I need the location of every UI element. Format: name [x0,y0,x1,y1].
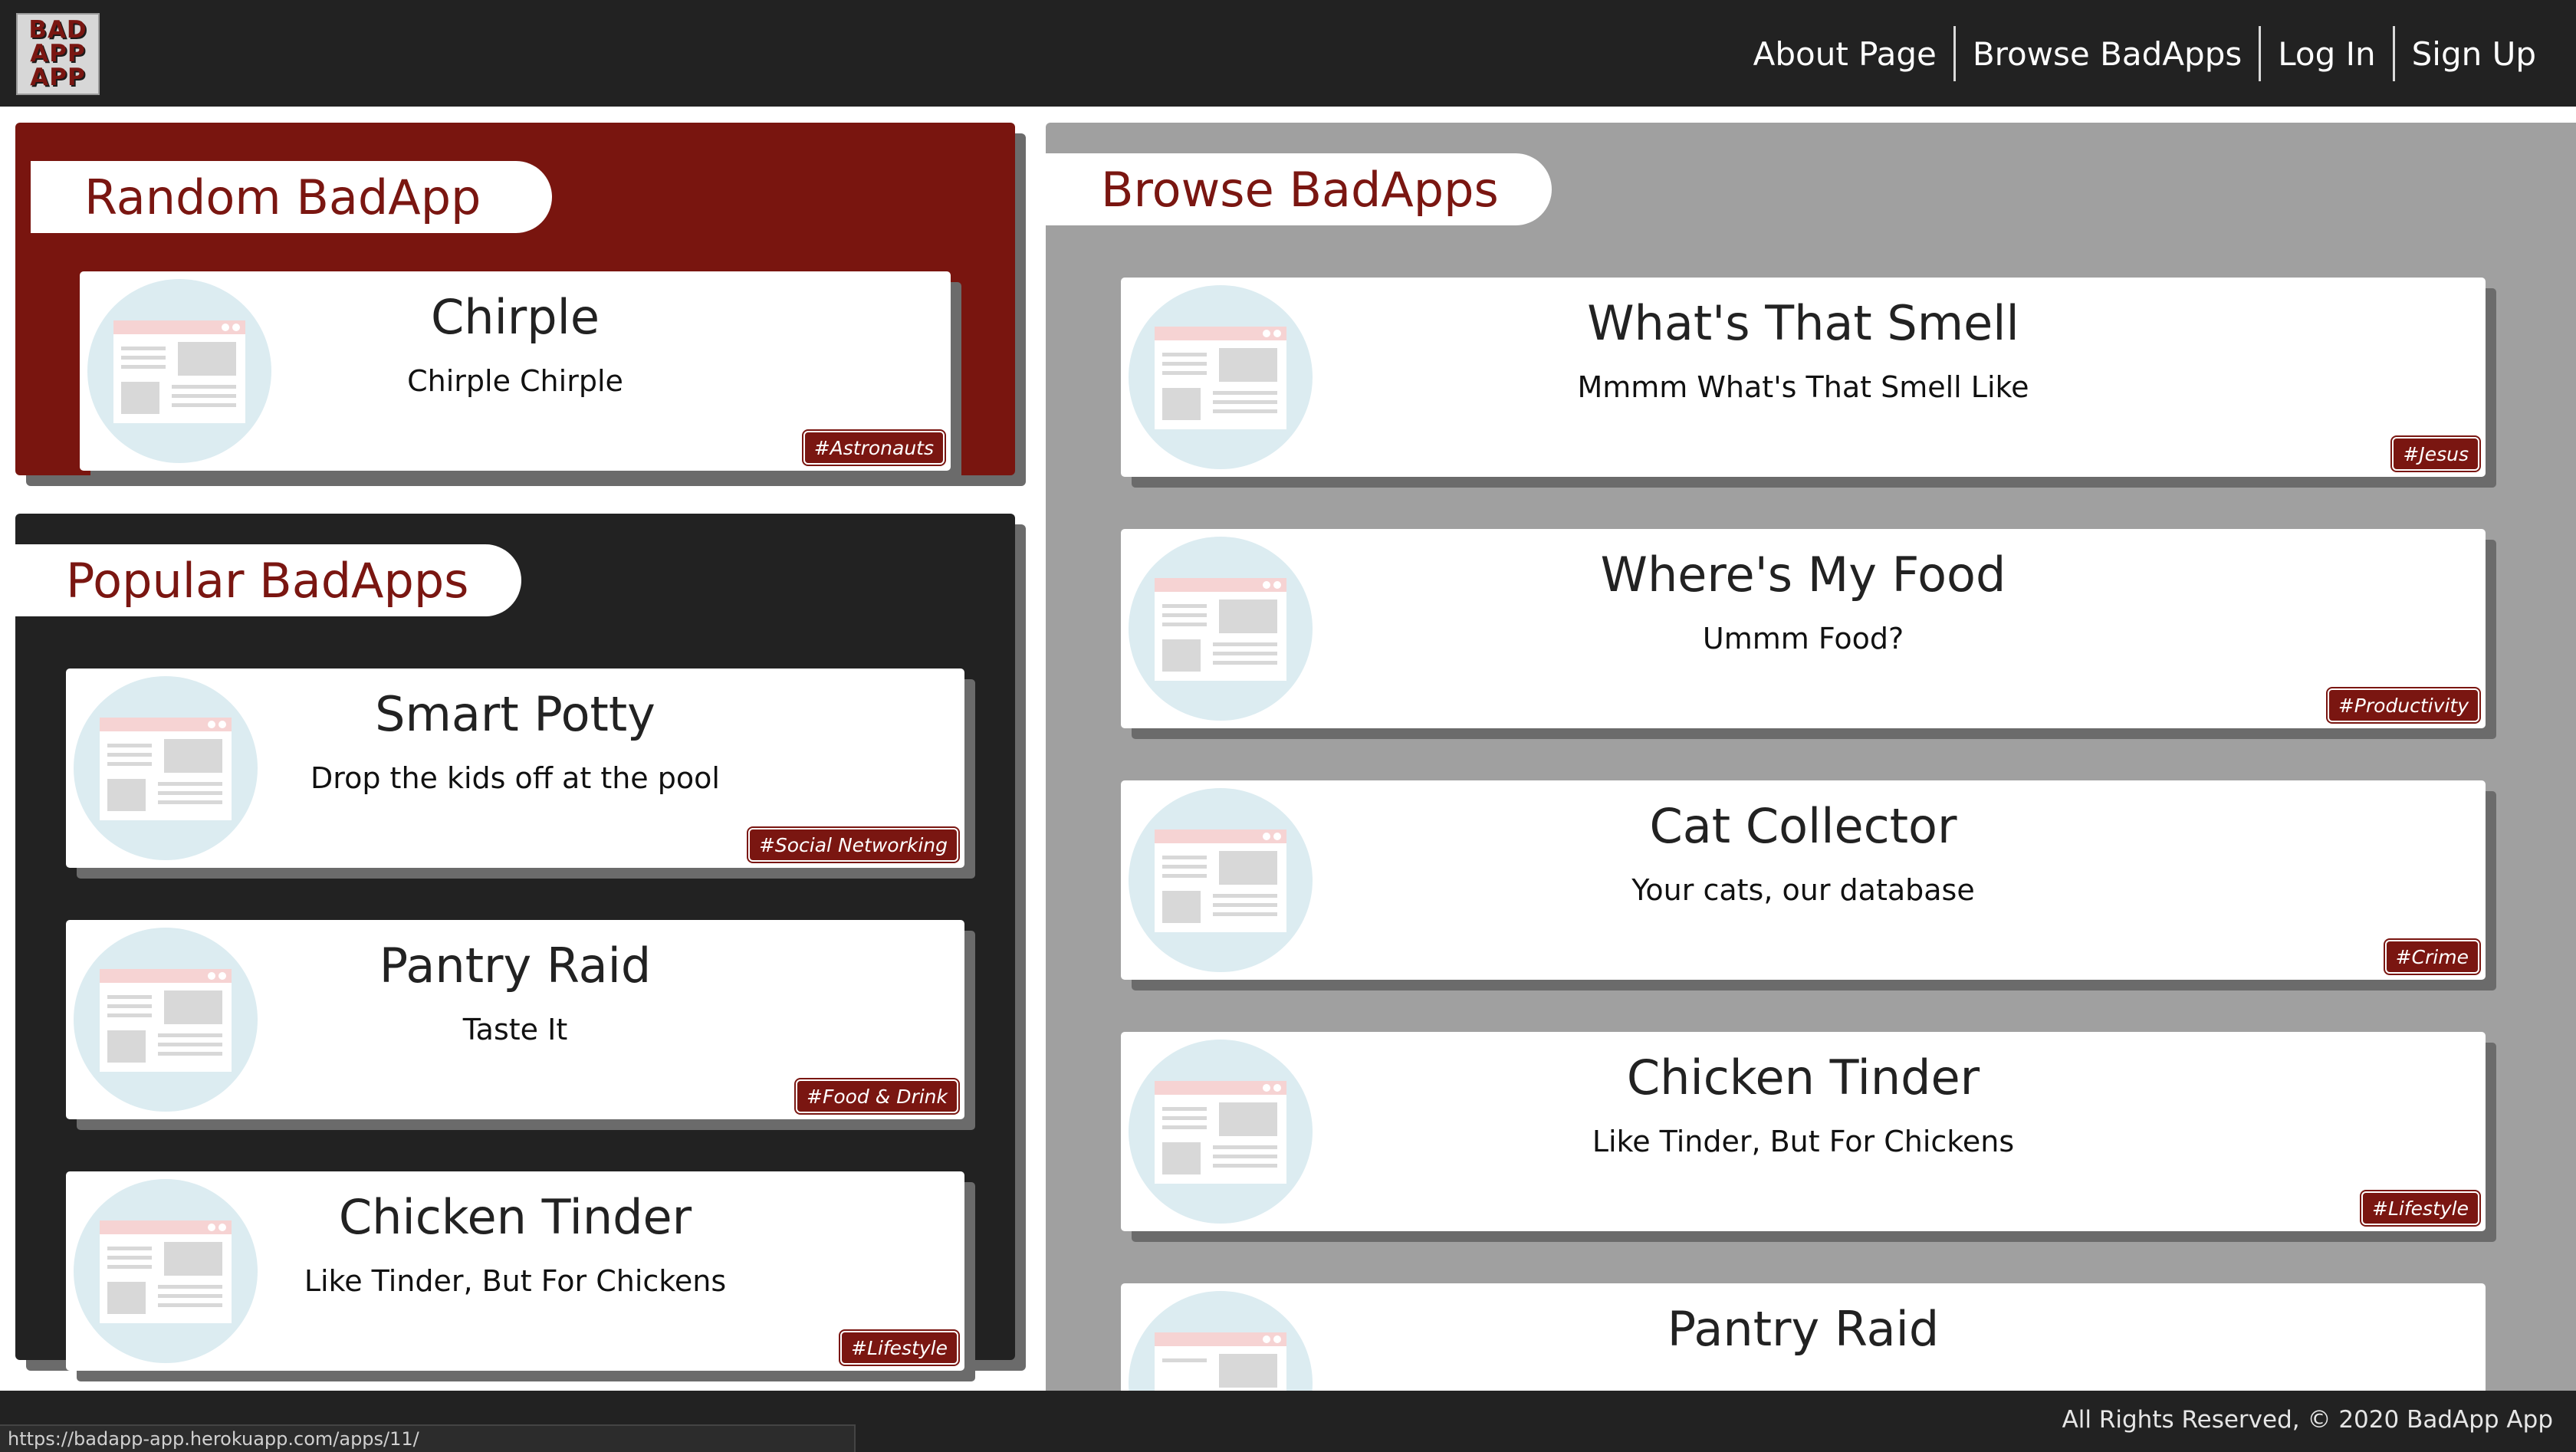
app-tag[interactable]: #Lifestyle [840,1331,958,1365]
browse-badapps-heading: Browse BadApps [1046,153,1552,225]
card-body[interactable]: Chirple Chirple Chirple #Astronauts [80,271,951,471]
card-body[interactable]: What's That Smell Mmmm What's That Smell… [1121,278,2486,477]
app-description: Ummm Food? [1702,622,1904,655]
app-name[interactable]: Smart Potty [66,684,964,745]
app-tag[interactable]: #Crime [2384,940,2479,974]
popular-badapps-heading: Popular BadApps [15,544,521,616]
app-name[interactable]: Where's My Food [1121,544,2486,606]
nav-browse-badapps[interactable]: Browse BadApps [1953,26,2259,81]
app-description: Like Tinder, But For Chickens [304,1264,727,1298]
card-body[interactable]: Chicken Tinder Like Tinder, But For Chic… [66,1171,964,1371]
app-description: Like Tinder, But For Chickens [1592,1125,2015,1158]
nav-about-page[interactable]: About Page [1737,26,1953,81]
app-tag[interactable]: #Jesus [2392,437,2479,471]
app-description: Your cats, our database [1631,873,1975,907]
nav-sign-up[interactable]: Sign Up [2392,26,2553,81]
app-tag[interactable]: #Social Networking [748,828,958,862]
browse-badapps-panel: Browse BadApps What's That Smell Mmmm Wh… [1046,123,2576,1391]
top-navbar: BAD APP APP About Page Browse BadApps Lo… [0,0,2576,107]
app-name[interactable]: What's That Smell [1121,293,2486,354]
app-name[interactable]: Cat Collector [1121,796,2486,857]
popular-badapps-panel: Popular BadApps Smart Potty Drop the kid… [15,514,1015,1381]
app-description: Chirple Chirple [407,364,623,398]
app-tag[interactable]: #Productivity [2327,688,2479,722]
card-body[interactable]: Pantry Raid [1121,1283,2486,1391]
badapp-logo[interactable]: BAD APP APP [16,13,100,95]
logo-line-1: BAD [28,16,87,44]
nav-links: About Page Browse BadApps Log In Sign Up [1737,26,2553,81]
app-tag[interactable]: #Lifestyle [2361,1191,2479,1225]
app-tag[interactable]: #Astronauts [803,431,945,465]
card-body[interactable]: Smart Potty Drop the kids off at the poo… [66,669,964,868]
app-name[interactable]: Pantry Raid [66,935,964,997]
app-description: Mmmm What's That Smell Like [1577,370,2029,404]
random-badapp-panel: Random BadApp Chirple Chirple Chirple #A… [15,123,1015,481]
app-name[interactable]: Chirple [80,287,951,348]
card-body[interactable]: Cat Collector Your cats, our database #C… [1121,780,2486,980]
app-name[interactable]: Chicken Tinder [66,1187,964,1248]
browser-status-url: https://badapp-app.herokuapp.com/apps/11… [0,1424,856,1452]
footer-copyright: All Rights Reserved, © 2020 BadApp App [2062,1406,2553,1434]
logo-line-3: APP [30,64,86,91]
nav-log-in[interactable]: Log In [2259,26,2392,81]
app-description: Drop the kids off at the pool [310,761,720,795]
card-body[interactable]: Chicken Tinder Like Tinder, But For Chic… [1121,1032,2486,1231]
random-badapp-heading: Random BadApp [31,161,552,233]
app-description: Taste It [462,1013,568,1046]
card-body[interactable]: Pantry Raid Taste It #Food & Drink [66,920,964,1119]
card-body[interactable]: Where's My Food Ummm Food? #Productivity [1121,529,2486,728]
logo-line-2: APP [30,40,86,67]
app-name[interactable]: Pantry Raid [1121,1299,2486,1360]
app-tag[interactable]: #Food & Drink [796,1079,958,1113]
app-name[interactable]: Chicken Tinder [1121,1047,2486,1109]
